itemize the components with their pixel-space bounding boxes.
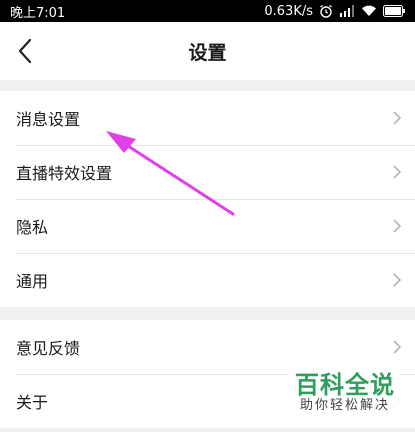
settings-item-general[interactable]: 通用 (0, 253, 415, 307)
settings-item-feedback[interactable]: 意见反馈 (0, 320, 415, 374)
settings-item-message[interactable]: 消息设置 (0, 91, 415, 145)
settings-item-live-effects[interactable]: 直播特效设置 (0, 145, 415, 199)
settings-item-label: 意见反馈 (16, 339, 81, 358)
alarm-icon (319, 4, 333, 18)
nav-bar: 设置 (0, 22, 415, 80)
watermark-logo: 百科全说 助你轻松解决 (289, 370, 401, 418)
wifi-icon (361, 5, 377, 17)
watermark-title: 百科全说 (295, 371, 395, 399)
chevron-right-icon (391, 217, 403, 235)
back-arrow-icon (18, 38, 32, 64)
settings-item-label: 关于 (16, 393, 49, 412)
signal-icon (339, 5, 355, 17)
settings-item-label: 隐私 (16, 218, 49, 237)
settings-item-privacy[interactable]: 隐私 (0, 199, 415, 253)
chevron-right-icon (391, 271, 403, 289)
watermark-subtitle: 助你轻松解决 (299, 398, 390, 414)
settings-group-main: 消息设置 直播特效设置 隐私 通用 (0, 91, 415, 307)
status-icons: 0.63K/s (264, 4, 405, 19)
chevron-right-icon (391, 338, 403, 356)
chevron-right-icon (391, 109, 403, 127)
network-speed: 0.63K/s (264, 3, 313, 19)
status-bar: 晚上7:01 0.63K/s (0, 0, 415, 22)
settings-item-label: 通用 (16, 272, 49, 291)
settings-item-label: 消息设置 (16, 110, 81, 129)
settings-item-label: 直播特效设置 (16, 164, 113, 183)
status-time: 晚上7:01 (10, 5, 66, 21)
page-title: 设置 (188, 41, 227, 64)
battery-icon (383, 5, 405, 17)
back-button[interactable] (10, 36, 40, 66)
chevron-right-icon (391, 163, 403, 181)
